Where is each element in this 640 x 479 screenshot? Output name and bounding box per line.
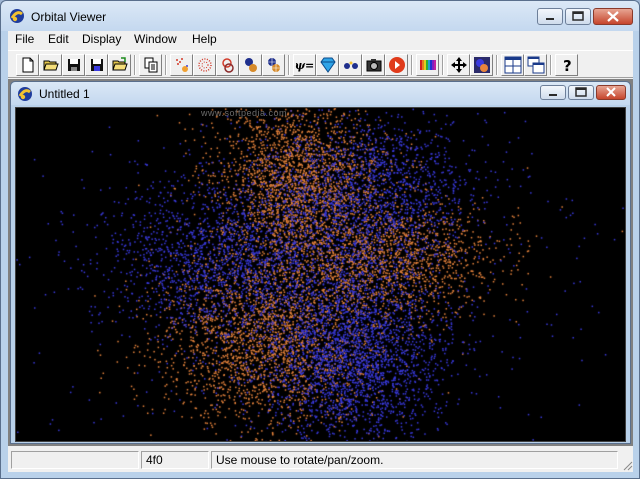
wavefunction-button[interactable]: ψ= [293, 54, 316, 76]
status-orbital: 4f0 [141, 451, 209, 469]
cloud-button[interactable] [193, 54, 216, 76]
menu-display[interactable]: Display [78, 32, 125, 46]
atoms-icon [343, 61, 358, 69]
status-bar: 4f0 Use mouse to rotate/pan/zoom. [8, 449, 633, 471]
orbital-cloud-icon [197, 58, 212, 72]
tile-windows-icon [504, 56, 521, 74]
child-maximize-button[interactable] [568, 85, 594, 100]
surface-button[interactable] [239, 54, 262, 76]
cascade-windows-icon [527, 56, 544, 74]
open-button[interactable] [39, 54, 62, 76]
render-icon [473, 57, 490, 73]
mdi-area: Untitled 1 www.softpedia.com [8, 79, 633, 446]
menu-help[interactable]: Help [188, 32, 221, 46]
cascade-button[interactable] [524, 54, 547, 76]
document-icon[interactable] [17, 86, 33, 102]
save-as-icon [90, 59, 103, 71]
points-button[interactable] [170, 54, 193, 76]
title-bar[interactable]: Orbital Viewer [1, 1, 639, 31]
status-pane-1 [11, 451, 139, 469]
color-palette-icon [419, 60, 436, 70]
orbital-polygon-icon [267, 58, 280, 72]
help-button[interactable]: ? [555, 54, 578, 76]
help-icon: ? [563, 57, 572, 74]
document-title-bar[interactable]: Untitled 1 [11, 82, 630, 105]
open-recent-button[interactable] [108, 54, 131, 76]
close-button[interactable] [593, 8, 633, 25]
new-file-button[interactable] [16, 54, 39, 76]
app-icon[interactable] [9, 8, 25, 24]
save-button[interactable] [62, 54, 85, 76]
stereo-button[interactable] [216, 54, 239, 76]
orbital-stereo-icon [221, 58, 234, 73]
animate-button[interactable] [385, 54, 408, 76]
move-button[interactable] [447, 54, 470, 76]
color-button[interactable] [416, 54, 439, 76]
svg-text:?: ? [563, 57, 572, 74]
polygon-button[interactable] [262, 54, 285, 76]
camera-button[interactable] [362, 54, 385, 76]
play-icon [388, 57, 405, 73]
copy-icon [144, 57, 157, 73]
camera-icon [366, 59, 381, 72]
diamond-icon [319, 57, 336, 73]
document-title: Untitled 1 [39, 87, 90, 101]
minimize-button[interactable] [537, 8, 563, 25]
orbital-point-cloud[interactable] [16, 108, 625, 441]
save-icon [67, 59, 80, 71]
document-window: Untitled 1 www.softpedia.com [10, 81, 631, 444]
resize-grip-icon[interactable] [621, 459, 633, 471]
orbital-points-icon [175, 58, 188, 72]
menu-edit[interactable]: Edit [44, 32, 73, 46]
child-close-button[interactable] [596, 85, 626, 100]
window-title: Orbital Viewer [31, 10, 107, 24]
open-folder-icon [42, 60, 59, 71]
orbital-render-viewport[interactable] [15, 107, 626, 442]
save-as-button[interactable] [85, 54, 108, 76]
menu-bar: File Edit Display Window Help [8, 31, 633, 49]
new-file-icon [22, 57, 33, 73]
watermark: www.softpedia.com [201, 108, 288, 118]
diamond-button[interactable] [316, 54, 339, 76]
status-message: Use mouse to rotate/pan/zoom. [211, 451, 618, 469]
render-button[interactable] [470, 54, 493, 76]
orbital-surface-icon [244, 58, 257, 72]
menu-file[interactable]: File [11, 32, 38, 46]
child-minimize-button[interactable] [540, 85, 566, 100]
copy-button[interactable] [139, 54, 162, 76]
client-area: File Edit Display Window Help ψ= ? Untit… [8, 31, 633, 472]
maximize-button[interactable] [565, 8, 591, 25]
tile-button[interactable] [501, 54, 524, 76]
wavefunction-icon: ψ= [294, 58, 315, 72]
toolbar: ψ= ? [8, 50, 633, 78]
open-recent-icon [111, 57, 128, 71]
menu-window[interactable]: Window [130, 32, 181, 46]
move-arrows-icon [450, 57, 467, 73]
main-window: Orbital Viewer File Edit Display Window … [0, 0, 640, 479]
atoms-button[interactable] [339, 54, 362, 76]
